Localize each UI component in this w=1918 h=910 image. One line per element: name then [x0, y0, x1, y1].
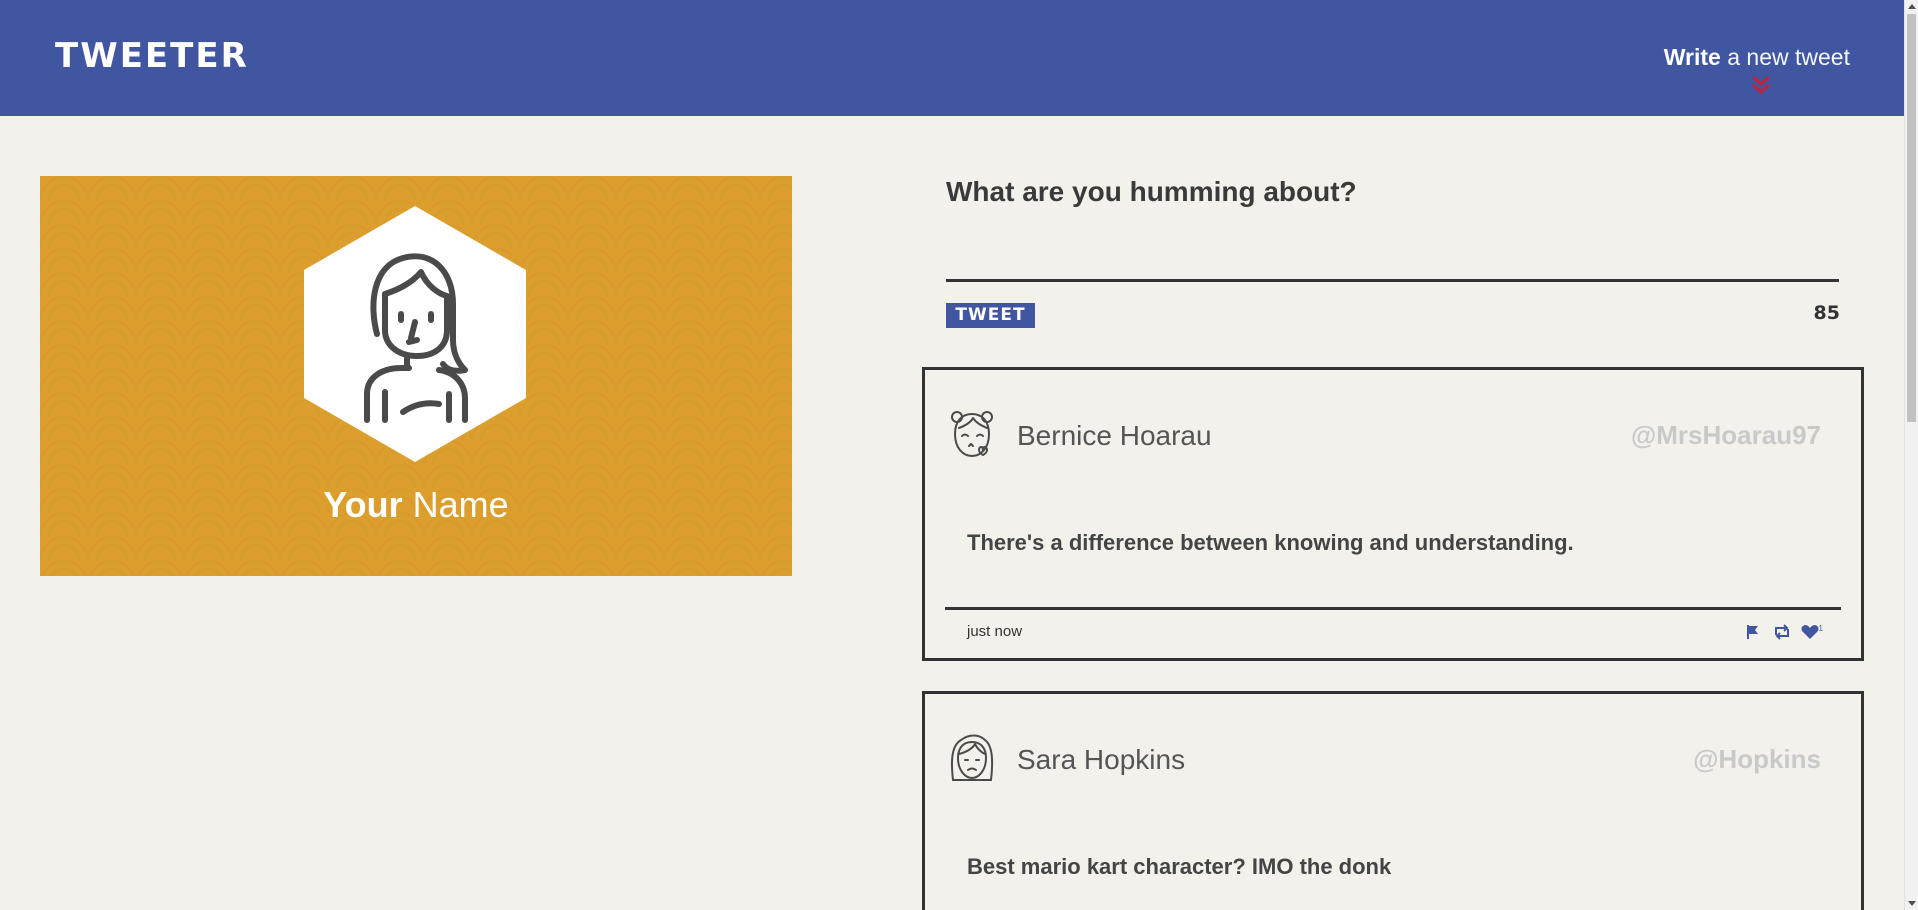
top-nav: TWEETER Write a new tweet — [0, 0, 1904, 116]
character-counter: 85 — [1813, 302, 1840, 324]
flag-icon[interactable] — [1745, 623, 1763, 641]
tweet-author-name[interactable]: Sara Hopkins — [1017, 744, 1185, 776]
profile-name-bold: Your — [323, 484, 403, 525]
like-count: 1 — [1818, 623, 1823, 633]
heart-icon[interactable] — [1801, 623, 1819, 641]
tweet-author-name[interactable]: Bernice Hoarau — [1017, 420, 1212, 452]
tweet-author-handle[interactable]: @Hopkins — [1693, 744, 1821, 775]
profile-name-rest: Name — [412, 484, 509, 525]
tweet-author-handle[interactable]: @MrsHoarau97 — [1631, 420, 1821, 451]
tweet-body: There's a difference between knowing and… — [967, 530, 1574, 555]
scroll-up-arrow-icon[interactable] — [1908, 4, 1916, 9]
woman-sad-avatar-icon — [951, 734, 994, 781]
double-chevron-down-icon[interactable] — [1750, 74, 1772, 96]
profile-name: Your Name — [40, 484, 792, 526]
woman-avatar-icon — [364, 253, 468, 423]
tweet-timestamp: just now — [967, 623, 1023, 640]
tweet-divider — [945, 607, 1841, 610]
profile-avatar-hexagon — [304, 206, 526, 462]
profile-card: Your Name — [40, 176, 792, 576]
scroll-down-arrow-icon[interactable] — [1908, 901, 1916, 906]
write-tweet-toggle[interactable]: Write a new tweet — [1664, 44, 1850, 71]
write-label: Write — [1663, 44, 1721, 70]
tweet-body: Best mario kart character? IMO the donk — [967, 854, 1392, 879]
tweet-actions: 1 — [1745, 623, 1823, 641]
scroll-thumb[interactable] — [1907, 14, 1916, 422]
tweet-text-input[interactable] — [946, 226, 1839, 282]
tweet-card: Bernice Hoarau @MrsHoarau97 There's a di… — [922, 367, 1864, 661]
page-scrollbar[interactable] — [1904, 0, 1918, 910]
compose-prompt: What are you humming about? — [946, 176, 1357, 207]
new-tweet-label: a new tweet — [1727, 44, 1850, 70]
retweet-icon[interactable] — [1773, 623, 1791, 641]
girl-kiss-avatar-icon — [951, 411, 993, 457]
tweet-submit-button[interactable]: TWEET — [946, 303, 1035, 328]
tweet-card: Sara Hopkins @Hopkins Best mario kart ch… — [922, 691, 1864, 910]
app-logo[interactable]: TWEETER — [55, 36, 249, 76]
